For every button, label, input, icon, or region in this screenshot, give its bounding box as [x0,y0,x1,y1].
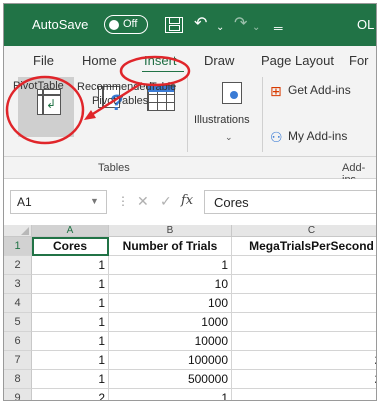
tab-insert[interactable]: Insert [144,53,177,68]
cancel-icon[interactable]: ✕ [137,193,149,210]
table-cell[interactable]: 1 [32,294,109,313]
illustrations-label[interactable]: Illustrations [194,114,250,126]
column-header-a[interactable]: A [32,225,109,237]
table-cell[interactable]: 10 [109,275,232,294]
ribbon-separator [187,77,188,152]
table-cell[interactable]: 1 [32,370,109,389]
table-cell[interactable]: 8 [232,294,376,313]
table-cell[interactable]: 1 [32,351,109,370]
select-all-button[interactable] [4,225,32,237]
undo-dropdown-icon[interactable]: ⌄ [216,17,224,39]
chevron-down-icon[interactable]: ▼ [90,196,99,206]
table-row: 5 1 1000 9 [4,313,376,332]
table-row: 8 1 500000 25 [4,370,376,389]
customize-icon[interactable]: ═ [274,17,283,39]
row-header[interactable]: 3 [4,275,32,294]
ribbon-tabs: File Home Insert Draw Page Layout For [4,46,376,72]
autosave-state: Off [123,18,138,30]
file-name: OL [357,17,375,32]
table-row: 3 1 10 3 [4,275,376,294]
table-cell[interactable]: 9 [232,313,376,332]
row-header[interactable]: 6 [4,332,32,351]
table-label[interactable]: Table [150,81,176,93]
column-header-c[interactable]: C [232,225,376,237]
pivot-table-label[interactable]: PivotTable [13,80,64,92]
table-row: 7 1 100000 25 [4,351,376,370]
table-cell[interactable]: 2 [32,389,109,400]
row-header[interactable]: 4 [4,294,32,313]
my-addins-icon[interactable]: ⚇ [270,129,283,146]
table-row: 4 1 100 8 [4,294,376,313]
pivot-arrow-icon: ↲ [46,97,57,111]
tab-file[interactable]: File [33,53,54,68]
name-box-value: A1 [17,195,32,209]
tab-page-layout[interactable]: Page Layout [261,53,334,68]
autosave-label: AutoSave [32,17,89,32]
more-icon: ⋮ [117,194,129,208]
column-header-b[interactable]: B [109,225,232,237]
my-addins-label[interactable]: My Add-ins [288,129,347,143]
row-header[interactable]: 8 [4,370,32,389]
enter-icon[interactable]: ✓ [160,193,172,210]
table-cell[interactable]: 10000 [109,332,232,351]
recommended-label[interactable]: Recommended [77,81,152,93]
row-header[interactable]: 1 [4,237,32,256]
table-cell[interactable]: 2 [232,332,376,351]
row-header[interactable]: 5 [4,313,32,332]
autosave-toggle[interactable]: Off [104,15,148,34]
redo-dropdown-icon[interactable]: ⌄ [252,17,260,39]
table-cell[interactable]: 25 [232,351,376,370]
redo-icon[interactable]: ↷ [234,13,247,35]
save-icon[interactable] [165,17,183,33]
title-bar: AutoSave Off ↶ ⌄ ↷ ⌄ ═ OL [4,4,376,46]
table-cell[interactable]: 0 [232,389,376,400]
row-header[interactable]: 2 [4,256,32,275]
illustrations-icon[interactable] [222,82,242,104]
row-header[interactable]: 9 [4,389,32,400]
chevron-down-icon[interactable]: ⌄ [225,132,233,143]
tab-draw[interactable]: Draw [204,53,234,68]
table-cell[interactable]: 1 [32,256,109,275]
table-cell[interactable]: 1000 [109,313,232,332]
table-cell[interactable]: 3 [232,275,376,294]
insert-function-icon[interactable]: fx [181,193,193,208]
table-cell[interactable]: 100000 [109,351,232,370]
table-row: 6 1 10000 2 [4,332,376,351]
undo-icon[interactable]: ↶ [194,13,207,35]
table-cell[interactable]: 1 [32,313,109,332]
table-cell[interactable]: 25 [232,370,376,389]
table-cell[interactable]: 1 [109,256,232,275]
tab-formulas[interactable]: For [349,53,369,68]
table-row: 2 1 1 1 [4,256,376,275]
formula-bar: A1 ▼ ⋮ ✕ ✓ fx Cores [4,179,376,225]
table-cell[interactable]: 500000 [109,370,232,389]
cell-a1[interactable]: Cores [32,237,109,256]
cell-b1[interactable]: Number of Trials [109,237,232,256]
table-cell[interactable]: 1 [32,275,109,294]
table-cell[interactable]: 1 [109,389,232,400]
ribbon-separator [262,77,263,152]
name-box[interactable]: A1 ▼ [10,190,107,214]
excel-window: AutoSave Off ↶ ⌄ ↷ ⌄ ═ OL File Home Inse… [3,3,377,401]
formula-text: Cores [214,195,249,210]
table-cell[interactable]: 1 [232,256,376,275]
pivottables-label[interactable]: PivotTables [92,95,148,107]
table-cell[interactable]: 100 [109,294,232,313]
row-header[interactable]: 7 [4,351,32,370]
get-addins-icon[interactable]: ⊞ [270,83,282,100]
table-cell[interactable]: 1 [32,332,109,351]
toggle-knob [109,19,119,30]
tab-home[interactable]: Home [82,53,117,68]
get-addins-label[interactable]: Get Add-ins [288,83,351,97]
cell-c1[interactable]: MegaTrialsPerSecond [232,237,376,256]
ribbon-group-labels: Tables Add-ins [4,157,376,186]
table-row: 9 2 1 0 [4,389,376,400]
group-tables-label: Tables [98,162,130,174]
worksheet-grid: A B C 1 Cores Number of Trials MegaTrial… [4,225,376,400]
formula-input[interactable]: Cores [204,190,376,214]
table-row: 1 Cores Number of Trials MegaTrialsPerSe… [4,237,376,256]
